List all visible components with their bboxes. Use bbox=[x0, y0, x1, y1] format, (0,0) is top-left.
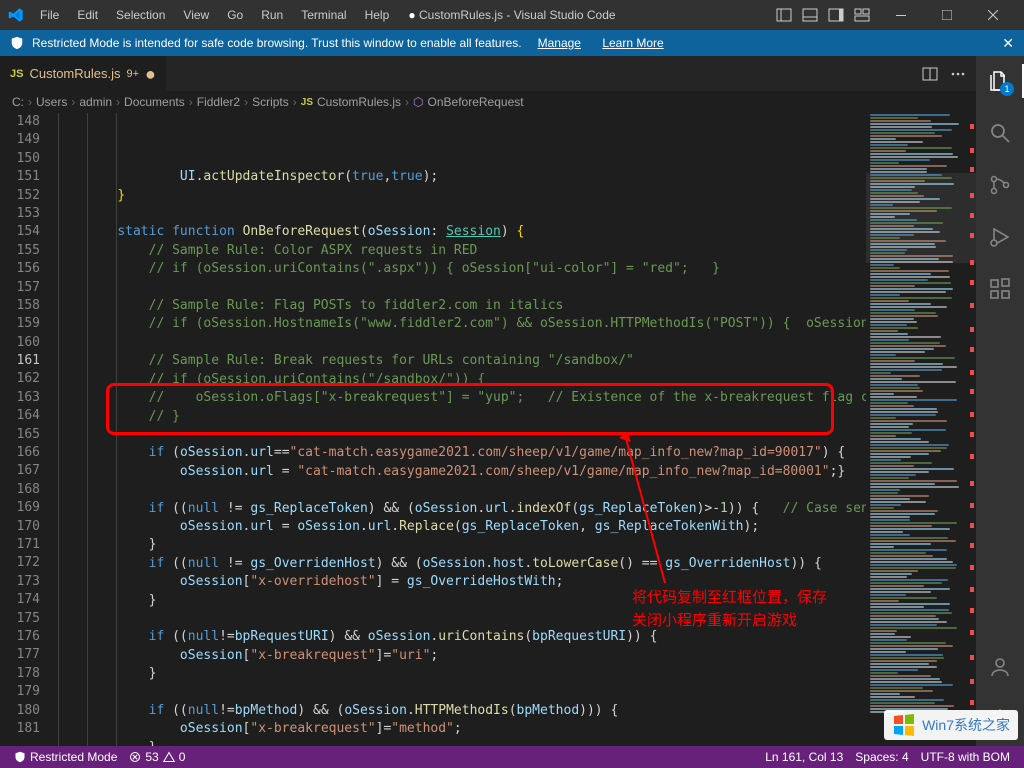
search-activity[interactable] bbox=[976, 116, 1024, 150]
windows-logo-icon bbox=[892, 713, 916, 737]
window-title: ● CustomRules.js - Visual Studio Code bbox=[408, 8, 615, 22]
run-debug-activity[interactable] bbox=[976, 220, 1024, 254]
minimize-button[interactable] bbox=[878, 0, 924, 30]
toggle-panel-bottom-icon[interactable] bbox=[802, 7, 818, 23]
shield-icon bbox=[10, 36, 24, 50]
restricted-mode-banner: Restricted Mode is intended for safe cod… bbox=[0, 30, 1024, 56]
js-file-icon: JS bbox=[301, 97, 313, 108]
tab-problem-count: 9+ bbox=[127, 68, 140, 80]
source-control-activity[interactable] bbox=[976, 168, 1024, 202]
close-banner-icon[interactable]: ✕ bbox=[1002, 35, 1014, 52]
toggle-panel-left-icon[interactable] bbox=[776, 7, 792, 23]
menu-file[interactable]: File bbox=[32, 4, 67, 26]
toggle-panel-right-icon[interactable] bbox=[828, 7, 844, 23]
more-actions-icon[interactable] bbox=[950, 66, 966, 82]
status-problems[interactable]: 53 0 bbox=[123, 746, 191, 768]
layout-controls bbox=[776, 7, 878, 23]
menu-terminal[interactable]: Terminal bbox=[293, 4, 354, 26]
watermark: Win7系统之家 bbox=[884, 710, 1018, 740]
maximize-button[interactable] bbox=[924, 0, 970, 30]
window-controls bbox=[878, 0, 1016, 30]
editor[interactable]: 1481491501511521531541551561571581591601… bbox=[0, 113, 976, 746]
menu-help[interactable]: Help bbox=[357, 4, 398, 26]
learn-more-link[interactable]: Learn More bbox=[602, 36, 663, 50]
line-number-gutter: 1481491501511521531541551561571581591601… bbox=[0, 113, 58, 746]
split-editor-icon[interactable] bbox=[922, 66, 938, 82]
customize-layout-icon[interactable] bbox=[854, 7, 870, 23]
tab-filename: CustomRules.js bbox=[29, 66, 120, 81]
menu-bar: File Edit Selection View Go Run Terminal… bbox=[32, 4, 397, 26]
editor-tabs: JS CustomRules.js 9+ ● bbox=[0, 56, 976, 91]
method-icon: ⬡ bbox=[413, 95, 423, 109]
tab-customrules[interactable]: JS CustomRules.js 9+ ● bbox=[0, 56, 167, 91]
js-file-icon: JS bbox=[10, 68, 23, 80]
menu-edit[interactable]: Edit bbox=[69, 4, 106, 26]
extensions-activity[interactable] bbox=[976, 272, 1024, 306]
error-icon bbox=[129, 751, 141, 763]
manage-link[interactable]: Manage bbox=[538, 36, 581, 50]
title-bar: File Edit Selection View Go Run Terminal… bbox=[0, 0, 1024, 30]
code-area[interactable]: UI.actUpdateInspector(true,true); } stat… bbox=[58, 113, 866, 746]
close-button[interactable] bbox=[970, 0, 1016, 30]
menu-run[interactable]: Run bbox=[253, 4, 291, 26]
status-encoding[interactable]: UTF-8 with BOM bbox=[915, 746, 1016, 768]
status-indentation[interactable]: Spaces: 4 bbox=[849, 746, 914, 768]
explorer-activity[interactable]: 1 bbox=[976, 64, 1024, 98]
warning-icon bbox=[163, 751, 175, 763]
menu-selection[interactable]: Selection bbox=[108, 4, 173, 26]
accounts-activity[interactable] bbox=[976, 650, 1024, 684]
explorer-badge: 1 bbox=[1000, 82, 1014, 96]
status-cursor-position[interactable]: Ln 161, Col 13 bbox=[759, 746, 849, 768]
activity-bar: 1 bbox=[976, 56, 1024, 746]
breadcrumb[interactable]: C:› Users› admin› Documents› Fiddler2› S… bbox=[0, 91, 976, 113]
restricted-message: Restricted Mode is intended for safe cod… bbox=[32, 36, 522, 50]
minimap[interactable] bbox=[866, 113, 976, 746]
vscode-logo-icon bbox=[8, 7, 24, 23]
dirty-indicator-icon: ● bbox=[145, 65, 156, 83]
menu-go[interactable]: Go bbox=[219, 4, 251, 26]
shield-icon bbox=[14, 751, 26, 763]
status-restricted-mode[interactable]: Restricted Mode bbox=[8, 746, 123, 768]
menu-view[interactable]: View bbox=[175, 4, 217, 26]
status-bar: Restricted Mode 53 0 Ln 161, Col 13 Spac… bbox=[0, 746, 1024, 768]
